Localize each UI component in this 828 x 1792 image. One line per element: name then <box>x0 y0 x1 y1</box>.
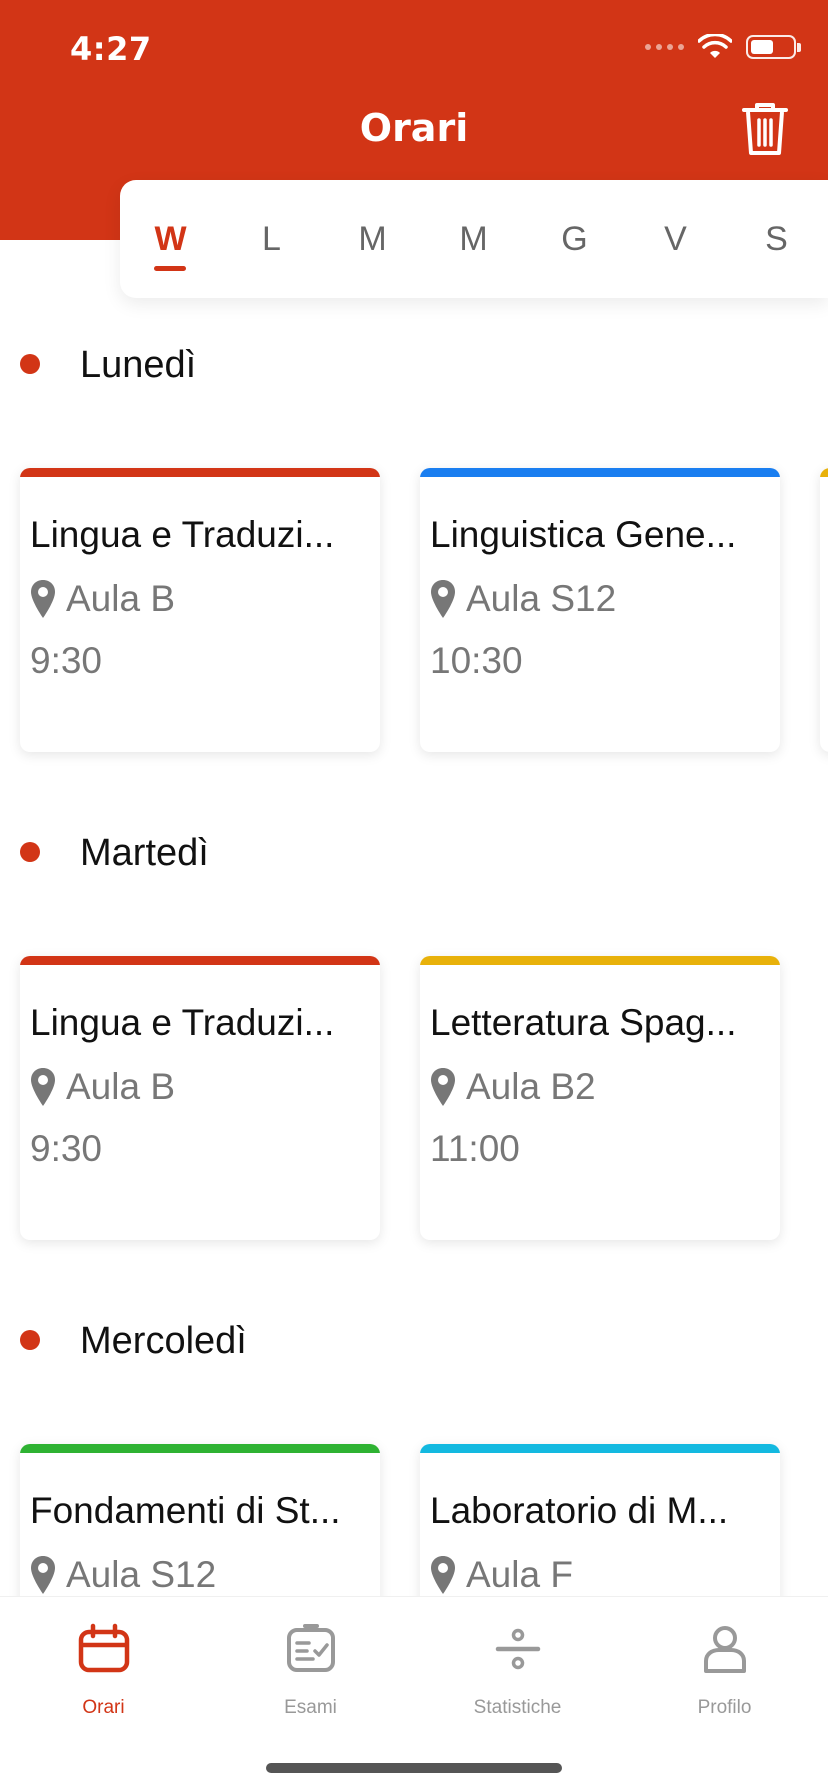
day-tabs: W L M M G V S <box>120 180 828 298</box>
tab-day-venerdi[interactable]: V <box>625 180 726 298</box>
lesson-color-bar <box>420 956 780 965</box>
lesson-course: Lingua e Traduzi... <box>30 514 335 555</box>
day-header: Martedì <box>0 788 828 874</box>
day-header: Lunedì <box>0 300 828 386</box>
location-pin-icon <box>31 1068 55 1106</box>
home-indicator <box>266 1763 562 1773</box>
lesson-course: Fondamenti di St... <box>30 1490 341 1531</box>
tab-day-sabato[interactable]: S <box>726 180 827 298</box>
lesson-course: Lingua e Traduzi... <box>30 1002 335 1043</box>
location-pin-icon <box>431 1068 455 1106</box>
day-dot-icon <box>20 842 40 862</box>
lesson-room: Aula S12 <box>466 578 617 619</box>
lesson-room: Aula B <box>66 578 176 619</box>
tab-orari[interactable]: Orari <box>0 1597 207 1737</box>
lesson-card[interactable]: Lingua e Traduzi... Aula B 9:30 <box>20 956 380 1240</box>
lesson-room-row: Aula B2 <box>430 1066 596 1108</box>
lesson-color-bar <box>820 468 828 477</box>
lesson-room-row: Aula B <box>30 1066 175 1108</box>
tab-day-martedi[interactable]: M <box>322 180 423 298</box>
calendar-icon <box>78 1623 130 1673</box>
tab-day-week[interactable]: W <box>120 180 221 298</box>
lesson-room-row: Aula B <box>30 578 175 620</box>
day-tab-label: G <box>561 220 588 258</box>
cellular-signal-icon <box>645 44 684 50</box>
tab-label: Statistiche <box>473 1697 562 1718</box>
lesson-course: Laboratorio di M... <box>430 1490 729 1531</box>
battery-fill <box>751 40 773 54</box>
lesson-room: Aula S12 <box>66 1554 217 1595</box>
day-name: Martedì <box>80 832 209 874</box>
day-tab-label: L <box>262 220 281 258</box>
day-name: Mercoledì <box>80 1320 247 1362</box>
lesson-course: Letteratura Spag... <box>430 1002 737 1043</box>
tab-day-lunedi[interactable]: L <box>221 180 322 298</box>
lesson-room: Aula F <box>466 1554 573 1595</box>
day-dot-icon <box>20 1330 40 1350</box>
tab-day-mercoledi[interactable]: M <box>423 180 524 298</box>
tab-label: Profilo <box>697 1697 752 1718</box>
battery-icon <box>746 35 801 59</box>
lesson-color-bar <box>20 1444 380 1453</box>
location-pin-icon <box>31 580 55 618</box>
user-icon <box>704 1626 746 1673</box>
lesson-room-row: Aula S12 <box>430 578 616 620</box>
wifi-icon <box>698 34 732 58</box>
location-pin-icon <box>31 1556 55 1594</box>
bottom-tab-bar: Orari Esami Statistiche Profilo <box>0 1596 828 1792</box>
status-time: 4:27 <box>70 30 152 68</box>
day-header: Mercoledì <box>0 1276 828 1362</box>
lesson-color-bar <box>20 956 380 965</box>
day-tab-label: S <box>765 220 788 258</box>
tab-label: Orari <box>82 1697 125 1718</box>
page-title: Orari <box>359 106 469 150</box>
trash-button[interactable] <box>740 100 790 158</box>
lesson-card[interactable]: Lingua e Traduzi... Aula B 9:30 <box>20 468 380 752</box>
tab-label: Esami <box>284 1697 337 1718</box>
tab-day-giovedi[interactable]: G <box>524 180 625 298</box>
tab-esami[interactable]: Esami <box>207 1597 414 1737</box>
tab-statistiche[interactable]: Statistiche <box>414 1597 621 1737</box>
lesson-room: Aula B <box>66 1066 176 1107</box>
lesson-room-row: Aula S12 <box>30 1554 216 1596</box>
lesson-card[interactable]: Laboratorio di M... Aula F <box>420 1444 780 1596</box>
lesson-card[interactable]: Fondamenti di St... Aula S12 <box>20 1444 380 1596</box>
divide-icon <box>495 1628 541 1670</box>
lesson-time: 11:00 <box>430 1128 520 1169</box>
lesson-room-row: Aula F <box>430 1554 573 1596</box>
tab-profilo[interactable]: Profilo <box>621 1597 828 1737</box>
lesson-card-peek[interactable] <box>820 468 828 752</box>
location-pin-icon <box>431 1556 455 1594</box>
lesson-course: Linguistica Gene... <box>430 514 737 555</box>
app-screen: 4:27 Orari W L M M G V S Lunedì Lingua e… <box>0 0 828 1792</box>
status-icons <box>645 34 801 60</box>
lesson-time: 9:30 <box>30 640 103 681</box>
day-tab-label: W <box>154 220 187 258</box>
location-pin-icon <box>431 580 455 618</box>
lesson-color-bar <box>420 468 780 477</box>
day-tab-label: V <box>664 220 687 258</box>
schedule-list[interactable]: Lunedì Lingua e Traduzi... Aula B 9:30 L… <box>0 300 828 1596</box>
lesson-time: 10:30 <box>430 640 523 681</box>
day-tab-label: M <box>358 220 387 258</box>
lesson-card[interactable]: Letteratura Spag... Aula B2 11:00 <box>420 956 780 1240</box>
lesson-time: 9:30 <box>30 1128 103 1169</box>
lesson-room: Aula B2 <box>466 1066 596 1107</box>
day-tab-label: M <box>459 220 488 258</box>
lesson-color-bar <box>20 468 380 477</box>
day-dot-icon <box>20 354 40 374</box>
day-name: Lunedì <box>80 344 197 386</box>
active-tab-indicator <box>154 266 186 271</box>
clipboard-check-icon <box>287 1624 335 1672</box>
lesson-card[interactable]: Linguistica Gene... Aula S12 10:30 <box>420 468 780 752</box>
trash-icon <box>742 103 788 155</box>
lesson-color-bar <box>420 1444 780 1453</box>
